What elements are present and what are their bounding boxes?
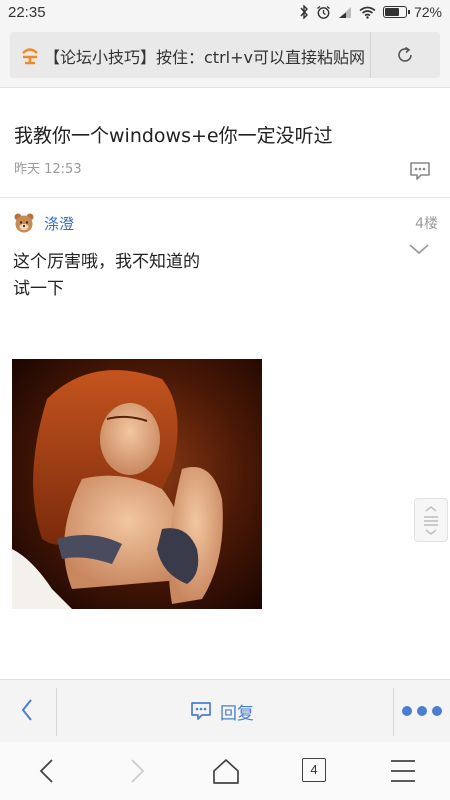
home-icon[interactable] xyxy=(211,756,241,786)
scroll-handle[interactable] xyxy=(414,498,448,542)
browser-nav-bar xyxy=(0,742,450,800)
post-header: 我教你一个windows+e你一定没听过 昨天 12:53 xyxy=(0,88,450,198)
more-dot xyxy=(417,706,427,716)
more-dot xyxy=(432,706,442,716)
action-bar: 回复 xyxy=(0,679,450,742)
back-button[interactable] xyxy=(0,680,56,742)
floor-number: 4楼 xyxy=(415,216,438,232)
alarm-icon xyxy=(317,5,330,19)
nav-back-icon[interactable] xyxy=(32,756,62,786)
status-time: 22:35 xyxy=(8,4,46,21)
nav-forward-icon[interactable] xyxy=(122,756,152,786)
more-dot xyxy=(402,706,412,716)
post-time: 昨天 12:53 xyxy=(14,162,82,177)
comment-icon[interactable] xyxy=(408,160,432,182)
address-divider xyxy=(370,32,371,78)
scroll-handle-icon xyxy=(424,506,438,535)
reply-icon xyxy=(191,702,211,720)
reply-item: 涤澄 4楼 这个厉害哦，我不知道的 试一下 xyxy=(0,199,450,679)
forum-logo-icon xyxy=(22,48,38,65)
tab-count-button[interactable]: 4 xyxy=(302,758,326,782)
bluetooth-icon xyxy=(300,5,308,19)
browser-toolbar: 【论坛小技巧】按住：ctrl+v可以直接粘贴网 xyxy=(0,26,450,88)
reply-text-line: 试一下 xyxy=(13,279,64,299)
reply-image[interactable] xyxy=(12,359,262,609)
post-title: 我教你一个windows+e你一定没听过 xyxy=(14,125,333,147)
avatar[interactable] xyxy=(13,212,35,234)
reply-username[interactable]: 涤澄 xyxy=(44,213,74,234)
reload-icon[interactable] xyxy=(395,45,415,65)
wifi-icon xyxy=(359,6,376,19)
reply-text-line: 这个厉害哦，我不知道的 xyxy=(13,252,200,272)
more-options-icon[interactable] xyxy=(400,702,444,720)
signal-icon xyxy=(338,6,351,18)
menu-icon[interactable] xyxy=(388,756,418,786)
chevron-down-icon[interactable] xyxy=(408,241,430,257)
action-divider xyxy=(393,688,394,736)
address-bar[interactable]: 【论坛小技巧】按住：ctrl+v可以直接粘贴网 xyxy=(10,32,440,78)
action-divider xyxy=(56,688,57,736)
reply-button-label: 回复 xyxy=(220,703,254,724)
chevron-left-icon xyxy=(21,699,32,721)
battery-icon xyxy=(382,6,410,18)
reply-button[interactable]: 回复 xyxy=(190,698,254,724)
status-bar: 22:35 72% xyxy=(0,0,450,26)
battery-percent: 72% xyxy=(413,4,442,20)
address-text[interactable]: 【论坛小技巧】按住：ctrl+v可以直接粘贴网 xyxy=(44,44,366,66)
status-icons: 72% xyxy=(299,4,442,20)
